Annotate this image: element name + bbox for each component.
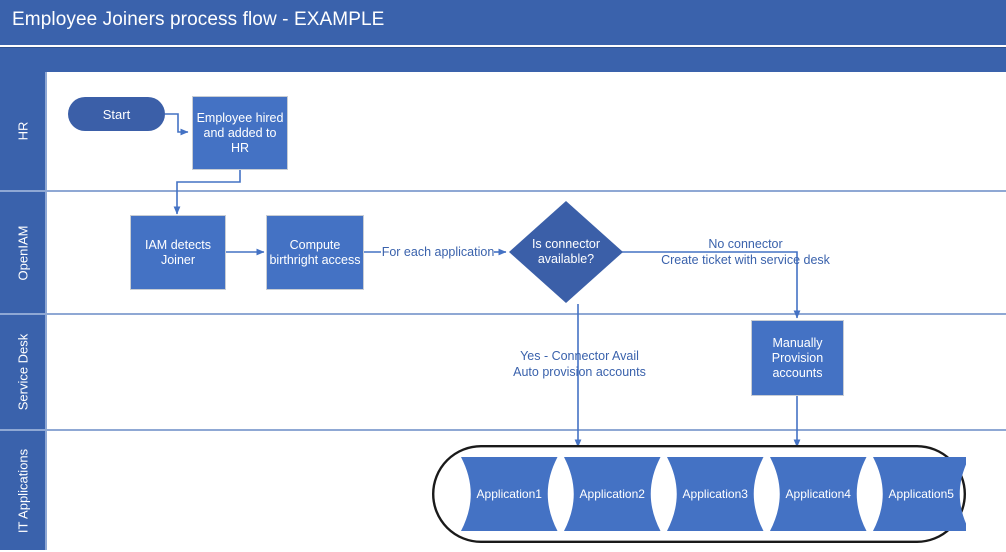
node-application-3-label: Application3: [682, 487, 748, 501]
node-application-2-label: Application2: [579, 487, 645, 501]
swimlane-label-hr: HR: [15, 121, 30, 141]
header-accent-band: [0, 47, 1006, 73]
node-iam-detects-joiner[interactable]: IAM detects Joiner: [130, 215, 226, 290]
applications-group: Application1 Application2 Application3 Appl…: [432, 445, 966, 543]
node-compute-birthright-access[interactable]: Compute birthright access: [266, 215, 364, 290]
node-application-1-label: Application1: [476, 487, 542, 501]
node-application-5-label: Application5: [888, 487, 954, 501]
edge-label-yes-connector: Yes - Connector Avail Auto provision acco…: [498, 348, 661, 380]
swimlane-hr-body: [45, 72, 1006, 190]
swimlane-openiam-header: OpenIAM: [0, 192, 45, 313]
edge-label-for-each-application: For each application: [381, 244, 495, 260]
diagram-canvas: Employee Joiners process flow - EXAMPLE …: [0, 0, 1006, 552]
edge-label-no-connector: No connector Create ticket with service d…: [658, 236, 833, 268]
node-application-4-label: Application4: [785, 487, 851, 501]
node-is-connector-available[interactable]: Is connector available?: [508, 200, 624, 304]
edge-label-for-each-application-text: For each application: [381, 245, 495, 259]
node-is-connector-available-label: Is connector available?: [531, 237, 601, 266]
swimlane-label-service-desk: Service Desk: [15, 333, 30, 411]
swimlane-hr-header: HR: [0, 72, 45, 190]
swimlane-hr: HR: [0, 72, 1006, 190]
node-compute-birthright-access-label: Compute birthright access: [269, 237, 361, 267]
page-title: Employee Joiners process flow - EXAMPLE: [12, 9, 385, 30]
node-employee-hired[interactable]: Employee hired and added to HR: [192, 96, 288, 170]
node-start[interactable]: Start: [68, 97, 165, 131]
node-manually-provision-accounts-label: Manually Provision accounts: [771, 335, 824, 380]
node-employee-hired-label: Employee hired and added to HR: [196, 110, 284, 155]
swimlane-label-it-applications: IT Applications: [15, 448, 30, 533]
edge-label-yes-connector-text: Yes - Connector Avail Auto provision acco…: [513, 349, 646, 379]
node-iam-detects-joiner-label: IAM detects Joiner: [145, 237, 211, 267]
node-start-label: Start: [102, 106, 131, 122]
swimlane-it-applications-header: IT Applications: [0, 431, 45, 550]
title-bar: Employee Joiners process flow - EXAMPLE: [0, 0, 1006, 45]
swimlane-label-openiam: OpenIAM: [15, 225, 30, 280]
swimlane-service-desk-header: Service Desk: [0, 315, 45, 429]
edge-label-no-connector-text: No connector Create ticket with service d…: [661, 237, 830, 267]
node-manually-provision-accounts[interactable]: Manually Provision accounts: [751, 320, 844, 396]
